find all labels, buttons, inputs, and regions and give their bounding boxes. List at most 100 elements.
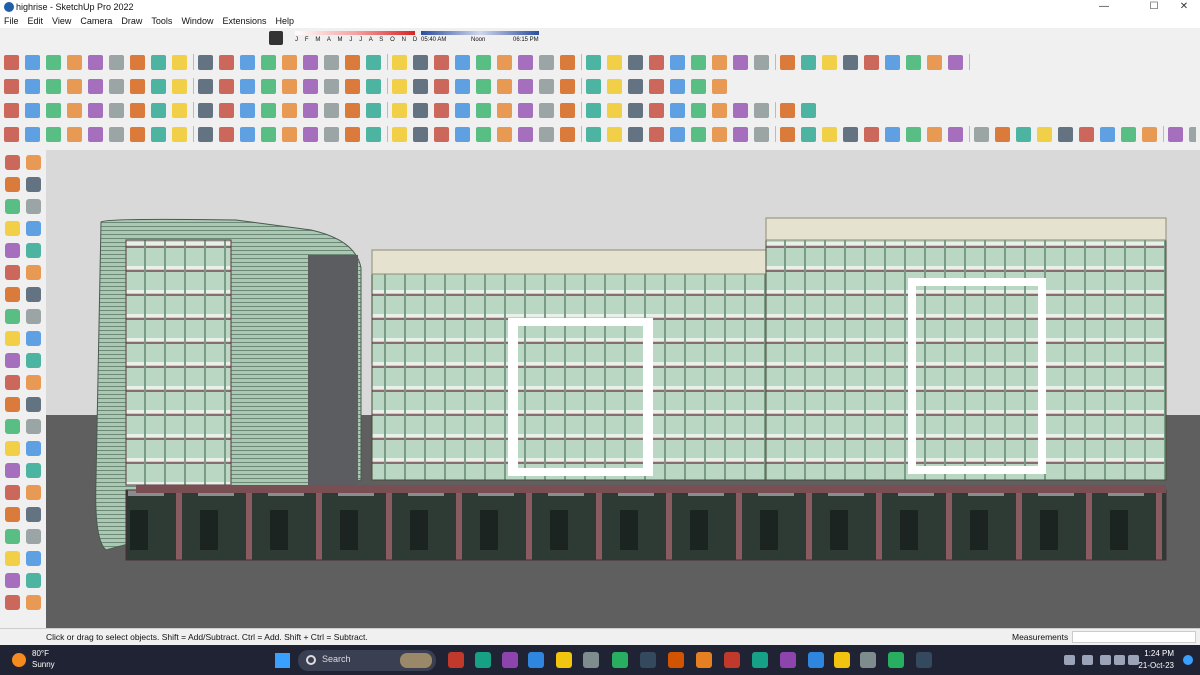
revolve-icon[interactable] xyxy=(392,126,407,142)
solid-trim-icon[interactable] xyxy=(628,78,643,94)
iso-view-icon[interactable] xyxy=(733,54,748,70)
tube-icon[interactable] xyxy=(649,126,664,142)
box-icon[interactable] xyxy=(151,126,166,142)
entity-info-icon[interactable] xyxy=(539,102,554,118)
sweep-icon[interactable] xyxy=(366,126,381,142)
walk-person-icon[interactable] xyxy=(5,551,20,566)
menu-draw[interactable]: Draw xyxy=(121,14,142,28)
pan-icon[interactable] xyxy=(345,78,360,94)
xray-icon[interactable] xyxy=(455,78,470,94)
orbit-icon[interactable] xyxy=(324,78,339,94)
pinterest-icon[interactable] xyxy=(860,652,876,668)
chat-icon[interactable] xyxy=(528,652,544,668)
import-icon[interactable] xyxy=(1037,126,1052,142)
slab-icon[interactable] xyxy=(822,126,837,142)
section-icon[interactable] xyxy=(5,463,20,478)
circle-icon[interactable] xyxy=(5,265,20,280)
pencil-icon[interactable] xyxy=(5,221,20,236)
search-icon[interactable] xyxy=(4,78,19,94)
fillet-icon[interactable] xyxy=(434,126,449,142)
distribute-icon[interactable] xyxy=(539,126,554,142)
warehouse-icon[interactable] xyxy=(948,54,963,70)
component-icon[interactable] xyxy=(885,54,900,70)
join-icon[interactable] xyxy=(607,126,622,142)
shadows-icon[interactable] xyxy=(628,102,643,118)
extrude-icon[interactable] xyxy=(324,126,339,142)
text-icon[interactable] xyxy=(392,54,407,70)
menu-help[interactable]: Help xyxy=(275,14,294,28)
drape-icon[interactable] xyxy=(261,54,276,70)
back-view-icon[interactable] xyxy=(822,54,837,70)
circle-icon[interactable] xyxy=(303,102,318,118)
sandbox-icon[interactable] xyxy=(5,573,20,588)
eraser-icon[interactable] xyxy=(26,177,41,192)
pencil-icon[interactable] xyxy=(67,78,82,94)
right-view-icon[interactable] xyxy=(801,54,816,70)
pushpull-icon[interactable] xyxy=(130,78,145,94)
sketchup-icon[interactable] xyxy=(780,652,796,668)
outliner-icon[interactable] xyxy=(518,102,533,118)
rotate-icon[interactable] xyxy=(5,353,20,368)
freehand-icon[interactable] xyxy=(413,102,428,118)
paint-icon[interactable] xyxy=(455,54,470,70)
photo-icon[interactable] xyxy=(780,102,795,118)
add-detail-icon[interactable] xyxy=(282,54,297,70)
select-icon[interactable] xyxy=(4,102,19,118)
line-icon[interactable] xyxy=(240,102,255,118)
group-icon[interactable] xyxy=(46,102,61,118)
arc-icon[interactable] xyxy=(25,54,40,70)
clock-date[interactable]: 21-Oct-23 xyxy=(1134,661,1174,670)
scale-icon[interactable] xyxy=(5,375,20,390)
stamp-icon[interactable] xyxy=(240,54,255,70)
flip-edge-icon[interactable] xyxy=(303,54,318,70)
hide-icon[interactable] xyxy=(88,102,103,118)
pie-icon[interactable] xyxy=(392,102,407,118)
rotate-icon[interactable] xyxy=(25,126,40,142)
orbit-icon[interactable] xyxy=(26,155,41,170)
month-slider[interactable] xyxy=(295,31,415,35)
section-fill-icon[interactable] xyxy=(345,54,360,70)
styles-icon[interactable] xyxy=(691,102,706,118)
sandbox-icon[interactable] xyxy=(198,54,213,70)
left-view-icon[interactable] xyxy=(843,54,858,70)
time-slider[interactable] xyxy=(421,31,539,35)
pie-icon[interactable] xyxy=(109,126,124,142)
materials-icon[interactable] xyxy=(560,102,575,118)
explode-icon[interactable] xyxy=(172,102,187,118)
rectangle-icon[interactable] xyxy=(261,102,276,118)
textured-icon[interactable] xyxy=(518,78,533,94)
protractor-icon[interactable] xyxy=(497,54,512,70)
wireframe-icon[interactable] xyxy=(434,78,449,94)
angle-icon[interactable] xyxy=(67,126,82,142)
menu-window[interactable]: Window xyxy=(181,14,213,28)
tape-icon[interactable] xyxy=(5,397,20,412)
house-icon[interactable] xyxy=(927,54,942,70)
sketchup2-icon[interactable] xyxy=(916,652,932,668)
chevron-up-icon[interactable] xyxy=(1064,655,1075,665)
move-icon[interactable] xyxy=(4,54,19,70)
freehand-icon[interactable] xyxy=(26,221,41,236)
sun-icon[interactable] xyxy=(539,78,554,94)
group-icon[interactable] xyxy=(906,54,921,70)
hidden-line-icon[interactable] xyxy=(476,78,491,94)
offset-icon[interactable] xyxy=(455,102,470,118)
component-icon[interactable] xyxy=(25,102,40,118)
pipe-icon[interactable] xyxy=(628,126,643,142)
store-icon[interactable] xyxy=(696,652,712,668)
light-icon[interactable] xyxy=(1079,126,1094,142)
follow-me-icon[interactable] xyxy=(130,54,145,70)
walk-icon[interactable] xyxy=(26,463,41,478)
brave-icon[interactable] xyxy=(724,652,740,668)
scale-icon[interactable] xyxy=(198,78,213,94)
arc-2pt-icon[interactable] xyxy=(26,309,41,324)
cylinder-icon[interactable] xyxy=(198,126,213,142)
calendar-icon[interactable] xyxy=(556,652,572,668)
polygon-icon[interactable] xyxy=(26,265,41,280)
search-icon[interactable] xyxy=(448,652,464,668)
menu-camera[interactable]: Camera xyxy=(80,14,112,28)
rotate-icon[interactable] xyxy=(151,54,166,70)
instructor-icon[interactable] xyxy=(712,102,727,118)
menu-file[interactable]: File xyxy=(4,14,19,28)
paint-icon[interactable] xyxy=(67,102,82,118)
chrome-icon[interactable] xyxy=(834,652,850,668)
